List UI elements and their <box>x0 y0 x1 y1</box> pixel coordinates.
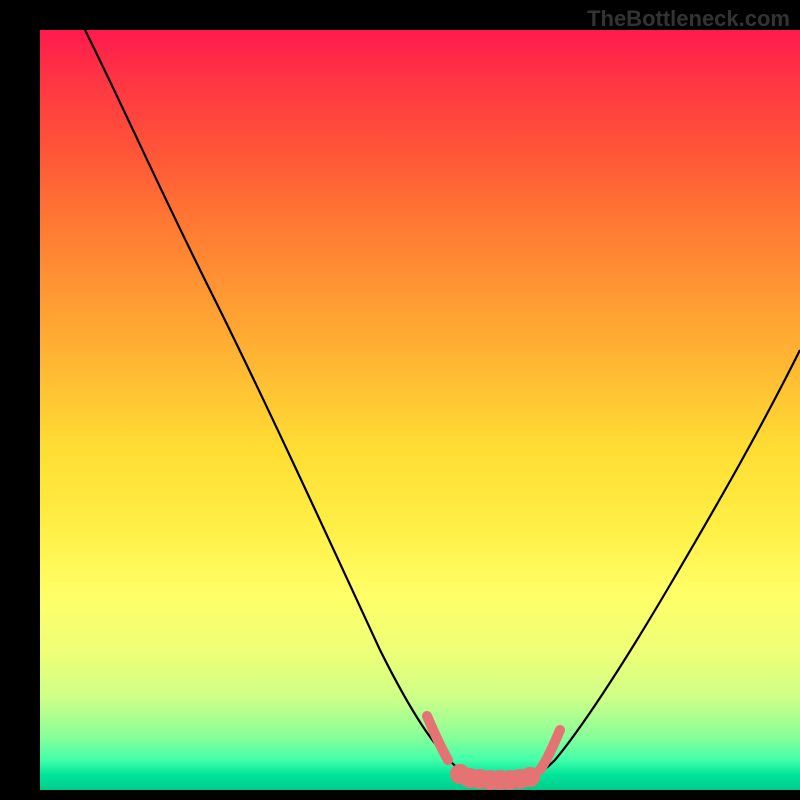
chart-plot-area <box>40 30 800 790</box>
bottleneck-curve-line <box>85 30 800 780</box>
chart-svg <box>40 30 800 790</box>
watermark-text: TheBottleneck.com <box>587 6 790 32</box>
optimal-zone-highlight <box>427 716 560 785</box>
